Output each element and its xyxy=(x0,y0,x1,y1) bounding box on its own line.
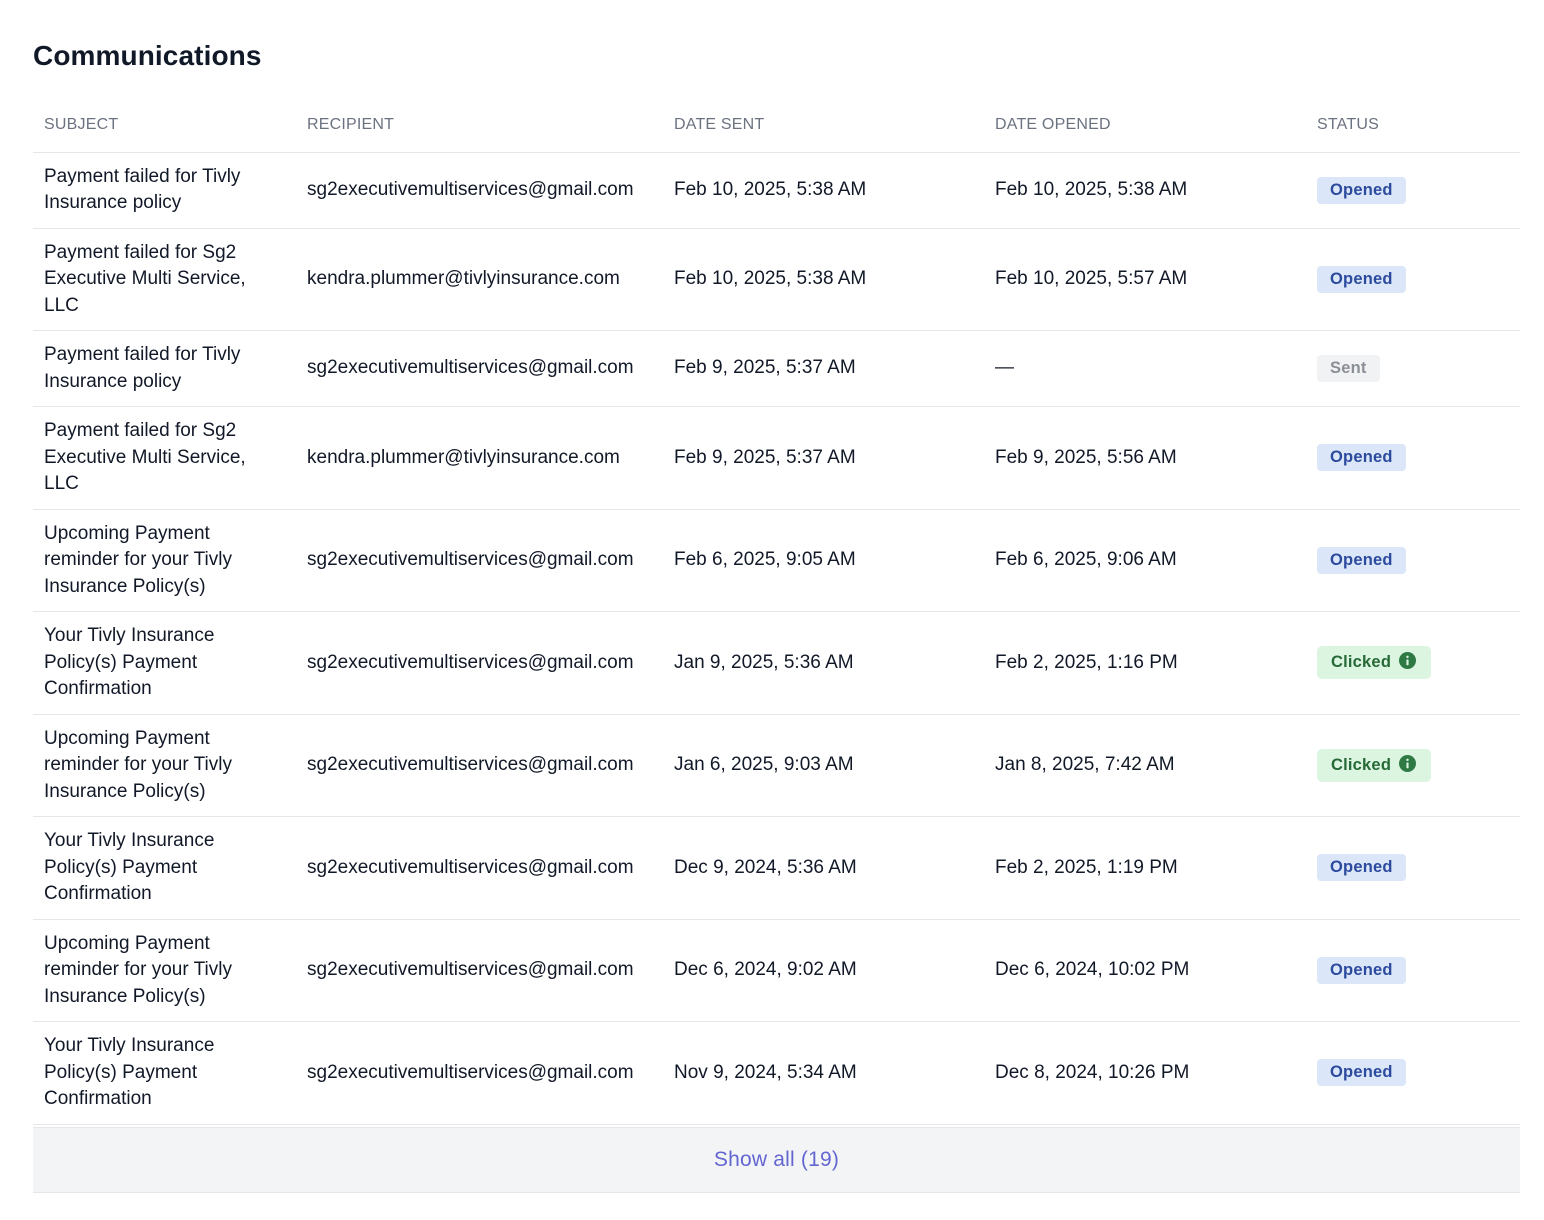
info-icon[interactable] xyxy=(1399,651,1417,670)
status-cell: Opened xyxy=(1306,919,1520,1022)
status-badge: Clicked xyxy=(1317,748,1432,782)
status-badge: Opened xyxy=(1317,956,1406,984)
status-badge: Opened xyxy=(1317,854,1406,882)
table-row[interactable]: Your Tivly Insurance Policy(s) Payment C… xyxy=(33,1021,1520,1125)
subject-cell: Payment failed for Sg2 Executive Multi S… xyxy=(33,406,296,510)
subject-cell: Payment failed for Tivly Insurance polic… xyxy=(33,330,296,407)
recipient-cell: kendra.plummer@tivlyinsurance.com xyxy=(296,228,663,331)
date-opened-cell: Feb 10, 2025, 5:38 AM xyxy=(984,152,1306,229)
date-opened-cell: Dec 8, 2024, 10:26 PM xyxy=(984,1021,1306,1125)
subject-cell: Upcoming Payment reminder for your Tivly… xyxy=(33,509,296,612)
table-row[interactable]: Your Tivly Insurance Policy(s) Payment C… xyxy=(33,611,1520,715)
recipient-cell: sg2executivemultiservices@gmail.com xyxy=(296,509,663,612)
recipient-cell: sg2executivemultiservices@gmail.com xyxy=(296,919,663,1022)
table-row[interactable]: Payment failed for Tivly Insurance polic… xyxy=(33,152,1520,229)
date-sent-cell: Dec 9, 2024, 5:36 AM xyxy=(663,816,984,920)
status-cell: Sent xyxy=(1306,330,1520,407)
status-badge: Opened xyxy=(1317,444,1406,472)
info-icon[interactable] xyxy=(1399,754,1417,772)
date-sent-cell: Jan 9, 2025, 5:36 AM xyxy=(663,611,984,715)
date-sent-cell: Feb 6, 2025, 9:05 AM xyxy=(663,509,984,612)
status-badge-label: Opened xyxy=(1330,960,1393,979)
page-title: Communications xyxy=(33,40,262,71)
status-badge-label: Opened xyxy=(1330,448,1393,467)
subject-cell: Payment failed for Tivly Insurance polic… xyxy=(33,152,296,229)
status-badge-label: Opened xyxy=(1330,180,1393,199)
subject-cell: Your Tivly Insurance Policy(s) Payment C… xyxy=(33,816,296,920)
table-row[interactable]: Upcoming Payment reminder for your Tivly… xyxy=(33,509,1520,612)
table-header-row: SUBJECT RECIPIENT DATE SENT DATE OPENED … xyxy=(33,98,1520,153)
subject-cell: Payment failed for Sg2 Executive Multi S… xyxy=(33,228,296,331)
show-all-label[interactable]: Show all (19) xyxy=(714,1148,839,1172)
recipient-cell: sg2executivemultiservices@gmail.com xyxy=(296,330,663,407)
subject-cell: Your Tivly Insurance Policy(s) Payment C… xyxy=(33,611,296,715)
date-opened-cell: Feb 9, 2025, 5:56 AM xyxy=(984,406,1306,510)
date-sent-cell: Dec 6, 2024, 9:02 AM xyxy=(663,919,984,1022)
status-badge-label: Sent xyxy=(1330,359,1367,377)
communications-table: SUBJECT RECIPIENT DATE SENT DATE OPENED … xyxy=(33,98,1520,1125)
date-sent-cell: Feb 10, 2025, 5:38 AM xyxy=(663,228,984,331)
status-cell: Opened xyxy=(1306,152,1520,229)
status-badge: Opened xyxy=(1317,546,1406,574)
recipient-cell: kendra.plummer@tivlyinsurance.com xyxy=(296,406,663,510)
status-badge-label: Clicked xyxy=(1331,653,1392,672)
table-row[interactable]: Upcoming Payment reminder for your Tivly… xyxy=(33,919,1520,1022)
status-badge-label: Clicked xyxy=(1331,755,1392,774)
column-header-date-sent: DATE SENT xyxy=(663,98,984,153)
date-sent-cell: Feb 9, 2025, 5:37 AM xyxy=(663,406,984,510)
table-row[interactable]: Upcoming Payment reminder for your Tivly… xyxy=(33,714,1520,817)
subject-cell: Upcoming Payment reminder for your Tivly… xyxy=(33,919,296,1022)
status-badge-label: Opened xyxy=(1330,269,1393,288)
table-row[interactable]: Payment failed for Sg2 Executive Multi S… xyxy=(33,228,1520,331)
table-row[interactable]: Payment failed for Tivly Insurance polic… xyxy=(33,330,1520,407)
date-opened-cell: Feb 6, 2025, 9:06 AM xyxy=(984,509,1306,612)
date-opened-cell: Feb 2, 2025, 1:16 PM xyxy=(984,611,1306,715)
subject-cell: Upcoming Payment reminder for your Tivly… xyxy=(33,714,296,817)
status-badge: Clicked xyxy=(1317,646,1432,680)
recipient-cell: sg2executivemultiservices@gmail.com xyxy=(296,714,663,817)
table-row[interactable]: Your Tivly Insurance Policy(s) Payment C… xyxy=(33,816,1520,920)
status-badge-label: Opened xyxy=(1330,550,1393,569)
subject-cell: Your Tivly Insurance Policy(s) Payment C… xyxy=(33,1021,296,1125)
status-cell: Opened xyxy=(1306,406,1520,510)
recipient-cell: sg2executivemultiservices@gmail.com xyxy=(296,816,663,920)
status-badge: Opened xyxy=(1317,176,1406,204)
recipient-cell: sg2executivemultiservices@gmail.com xyxy=(296,1021,663,1125)
date-opened-cell: Dec 6, 2024, 10:02 PM xyxy=(984,919,1306,1022)
show-all-button[interactable]: Show all (19) xyxy=(33,1127,1520,1193)
date-opened-cell: Feb 2, 2025, 1:19 PM xyxy=(984,816,1306,920)
recipient-cell: sg2executivemultiservices@gmail.com xyxy=(296,611,663,715)
column-header-subject: SUBJECT xyxy=(33,98,296,153)
date-opened-cell: Jan 8, 2025, 7:42 AM xyxy=(984,714,1306,817)
table-row[interactable]: Payment failed for Sg2 Executive Multi S… xyxy=(33,406,1520,510)
column-header-status: STATUS xyxy=(1306,98,1520,153)
date-sent-cell: Jan 6, 2025, 9:03 AM xyxy=(663,714,984,817)
status-badge-label: Opened xyxy=(1330,1063,1393,1082)
column-header-date-opened: DATE OPENED xyxy=(984,98,1306,153)
status-cell: Opened xyxy=(1306,509,1520,612)
status-cell: Opened xyxy=(1306,228,1520,331)
date-opened-cell: — xyxy=(984,330,1306,407)
status-badge: Opened xyxy=(1317,1059,1406,1087)
date-sent-cell: Nov 9, 2024, 5:34 AM xyxy=(663,1021,984,1125)
date-sent-cell: Feb 9, 2025, 5:37 AM xyxy=(663,330,984,407)
date-sent-cell: Feb 10, 2025, 5:38 AM xyxy=(663,152,984,229)
status-cell: Clicked xyxy=(1306,714,1520,817)
date-opened-cell: Feb 10, 2025, 5:57 AM xyxy=(984,228,1306,331)
status-badge: Opened xyxy=(1317,265,1406,293)
status-badge: Sent xyxy=(1317,355,1380,382)
status-cell: Opened xyxy=(1306,1021,1520,1125)
status-badge-label: Opened xyxy=(1330,858,1393,877)
status-cell: Opened xyxy=(1306,816,1520,920)
status-cell: Clicked xyxy=(1306,611,1520,715)
recipient-cell: sg2executivemultiservices@gmail.com xyxy=(296,152,663,229)
column-header-recipient: RECIPIENT xyxy=(296,98,663,153)
